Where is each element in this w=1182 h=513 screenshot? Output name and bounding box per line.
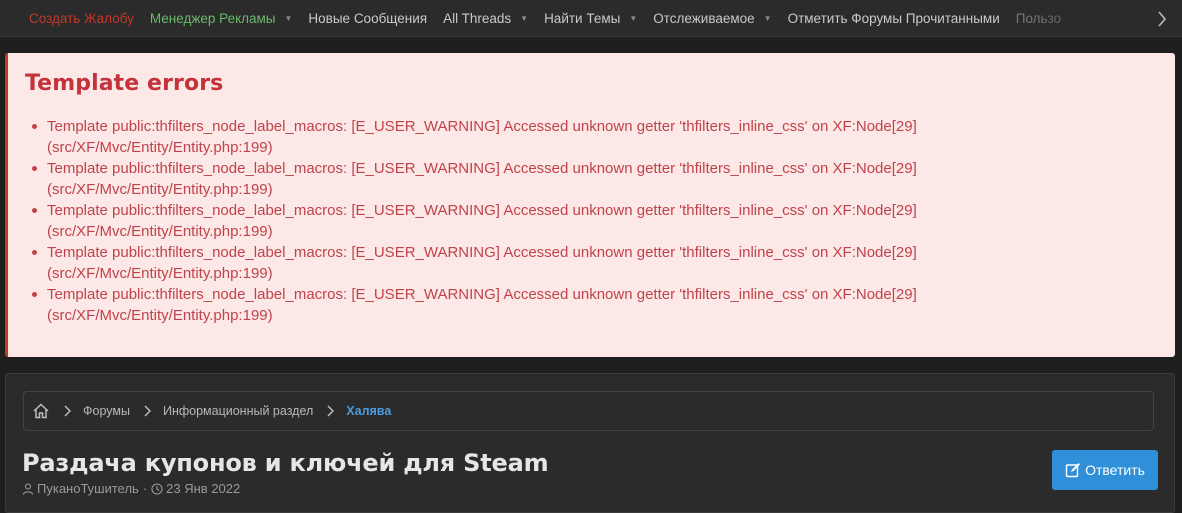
- breadcrumb-item-forums[interactable]: Форумы: [83, 404, 130, 418]
- chevron-right-icon: [64, 405, 71, 417]
- chevron-down-icon: ▼: [284, 13, 293, 23]
- error-item: Template public:thfilters_node_label_mac…: [32, 284, 1159, 326]
- error-location: (src/XF/Mvc/Entity/Entity.php:199): [47, 265, 273, 282]
- meta-separator: ·: [142, 481, 148, 496]
- reply-button[interactable]: Ответить: [1052, 450, 1158, 490]
- nav-fade-overlay: [1032, 0, 1142, 36]
- nav-item-label: Новые Сообщения: [308, 10, 428, 26]
- errors-title: Template errors: [25, 71, 224, 96]
- nav-item-watched[interactable]: Отслеживаемое ▼: [653, 0, 771, 36]
- thread-title: Раздача купонов и ключей для Steam: [22, 449, 549, 477]
- edit-icon: [1065, 463, 1081, 478]
- error-message: Template public:thfilters_node_label_mac…: [47, 286, 917, 303]
- breadcrumb-item-current[interactable]: Халява: [346, 404, 391, 418]
- chevron-right-icon: [327, 405, 335, 417]
- nav-item-label: Создать Жалобу: [29, 10, 134, 26]
- chevron-right-icon: [1158, 10, 1167, 27]
- breadcrumb-label: Форумы: [83, 404, 130, 418]
- thread-header-panel: Форумы Информационный раздел Халява Разд…: [5, 373, 1175, 513]
- error-item: Template public:thfilters_node_label_mac…: [32, 242, 1159, 284]
- chevron-right-icon: [144, 405, 151, 417]
- nav-item-label: Менеджер Рекламы: [149, 10, 276, 26]
- breadcrumb: Форумы Информационный раздел Халява: [23, 391, 1154, 431]
- chevron-down-icon: ▼: [520, 13, 529, 23]
- error-item: Template public:thfilters_node_label_mac…: [32, 200, 1159, 242]
- nav-item-label: Отметить Форумы Прочитанными: [787, 10, 1000, 26]
- home-icon: [33, 403, 49, 419]
- breadcrumb-label: Халява: [346, 404, 392, 418]
- error-location: (src/XF/Mvc/Entity/Entity.php:199): [47, 307, 273, 324]
- nav-scroll-right-button[interactable]: [1142, 0, 1182, 36]
- error-item: Template public:thfilters_node_label_mac…: [32, 116, 1159, 158]
- nav-item-label: Отслеживаемое: [653, 10, 755, 26]
- error-location: (src/XF/Mvc/Entity/Entity.php:199): [47, 223, 273, 240]
- nav-item-ad-manager[interactable]: Менеджер Рекламы ▼: [150, 0, 293, 36]
- reply-button-label: Ответить: [1085, 462, 1145, 478]
- nav-item-all-threads[interactable]: All Threads ▼: [443, 0, 528, 36]
- clock-icon: [151, 482, 163, 495]
- error-message: Template public:thfilters_node_label_mac…: [47, 118, 917, 135]
- error-item: Template public:thfilters_node_label_mac…: [32, 158, 1159, 200]
- nav-item-new-posts[interactable]: Новые Сообщения: [308, 0, 427, 36]
- nav-item-label: All Threads: [443, 10, 512, 26]
- thread-author[interactable]: ПуканоТушитель: [37, 481, 139, 496]
- chevron-down-icon: ▼: [629, 13, 638, 23]
- nav-item-find-threads[interactable]: Найти Темы ▼: [544, 0, 637, 36]
- error-message: Template public:thfilters_node_label_mac…: [47, 202, 917, 219]
- error-message: Template public:thfilters_node_label_mac…: [47, 160, 917, 177]
- breadcrumb-label: Информационный раздел: [162, 404, 314, 418]
- thread-date[interactable]: 23 Янв 2022: [166, 481, 240, 496]
- chevron-down-icon: ▼: [763, 13, 772, 23]
- top-navigation: Создать Жалобу Менеджер Рекламы ▼ Новые С…: [0, 0, 1182, 37]
- nav-item-mark-forums-read[interactable]: Отметить Форумы Прочитанными: [788, 0, 1000, 36]
- breadcrumb-item-info-section[interactable]: Информационный раздел: [163, 404, 313, 418]
- breadcrumb-home[interactable]: [32, 402, 50, 420]
- nav-item-label: Найти Темы: [544, 10, 621, 26]
- template-errors-block: Template errors Template public:thfilter…: [5, 53, 1175, 357]
- thread-meta: ПуканоТушитель · 23 Янв 2022: [22, 481, 240, 496]
- error-message: Template public:thfilters_node_label_mac…: [47, 244, 917, 261]
- error-location: (src/XF/Mvc/Entity/Entity.php:199): [47, 139, 273, 156]
- error-location: (src/XF/Mvc/Entity/Entity.php:199): [47, 181, 273, 198]
- errors-list: Template public:thfilters_node_label_mac…: [25, 116, 1159, 326]
- nav-item-create-report[interactable]: Создать Жалобу: [29, 0, 134, 36]
- user-icon: [22, 482, 34, 495]
